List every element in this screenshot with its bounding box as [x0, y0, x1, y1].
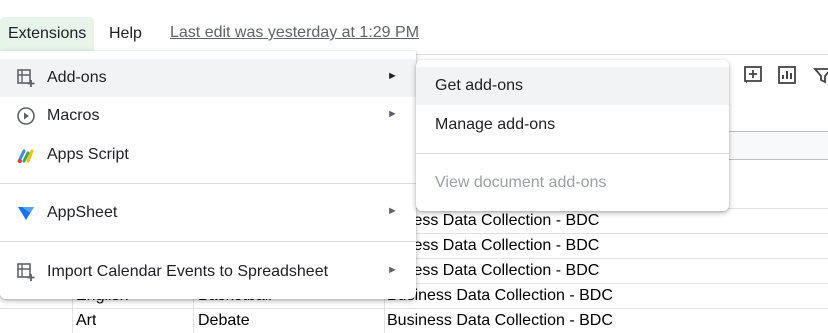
submenu-arrow-icon: ►	[387, 264, 398, 276]
add-ons-icon	[17, 69, 35, 87]
menu-item-macros[interactable]: Macros ►	[0, 97, 416, 135]
cell-c3[interactable]: siness Data Collection - BDC	[393, 262, 599, 280]
menu-item-label: Add-ons	[47, 69, 107, 86]
menu-item-import-calendar[interactable]: Import Calendar Events to Spreadsheet ►	[0, 253, 416, 291]
extensions-menu: Add-ons ► Macros ► Apps Script AppSheet …	[0, 51, 416, 299]
insert-chart-icon[interactable]	[776, 64, 798, 86]
appsheet-icon	[18, 207, 34, 220]
menu-item-label: AppSheet	[47, 204, 118, 221]
menu-item-add-ons[interactable]: Add-ons ►	[0, 59, 416, 97]
row-divider	[0, 308, 828, 309]
apps-script-icon	[17, 149, 34, 163]
cell-c2[interactable]: siness Data Collection - BDC	[393, 237, 599, 255]
cell-c1[interactable]: siness Data Collection - BDC	[393, 212, 599, 230]
add-ons-icon	[17, 263, 35, 281]
menu-help[interactable]: Help	[101, 17, 150, 51]
menu-divider	[416, 153, 729, 154]
submenu-item-label: Manage add-ons	[435, 116, 556, 133]
insert-comment-icon[interactable]	[742, 64, 764, 86]
submenu-arrow-icon: ►	[387, 205, 398, 217]
submenu-item-label: View document add-ons	[435, 174, 607, 191]
cell-c5[interactable]: Business Data Collection - BDC	[387, 312, 613, 330]
submenu-item-view-document-add-ons: View document add-ons	[416, 164, 729, 202]
menu-item-apps-script[interactable]: Apps Script	[0, 136, 416, 174]
macros-play-icon	[17, 107, 35, 125]
menu-bar: Extensions Help Last edit was yesterday …	[0, 0, 828, 55]
cell-a5[interactable]: Art	[76, 312, 96, 330]
filter-icon[interactable]	[812, 64, 828, 86]
cell-b5[interactable]: Debate	[198, 312, 250, 330]
submenu-arrow-icon: ►	[387, 70, 398, 82]
menu-item-label: Import Calendar Events to Spreadsheet	[47, 263, 329, 280]
last-edit-link[interactable]: Last edit was yesterday at 1:29 PM	[170, 24, 419, 42]
submenu-arrow-icon: ►	[387, 108, 398, 120]
menu-item-label: Macros	[47, 107, 100, 124]
menu-item-label: Apps Script	[47, 146, 129, 163]
submenu-item-label: Get add-ons	[435, 77, 524, 94]
menu-divider	[0, 241, 416, 242]
menu-extensions[interactable]: Extensions	[0, 17, 95, 51]
menu-item-appsheet[interactable]: AppSheet ►	[0, 194, 416, 232]
submenu-item-manage-add-ons[interactable]: Manage add-ons	[416, 106, 729, 144]
cell-c4[interactable]: Business Data Collection - BDC	[387, 287, 613, 305]
menu-divider	[0, 183, 416, 184]
submenu-item-get-add-ons[interactable]: Get add-ons	[416, 67, 729, 105]
add-ons-submenu: Get add-ons Manage add-ons View document…	[416, 60, 729, 211]
